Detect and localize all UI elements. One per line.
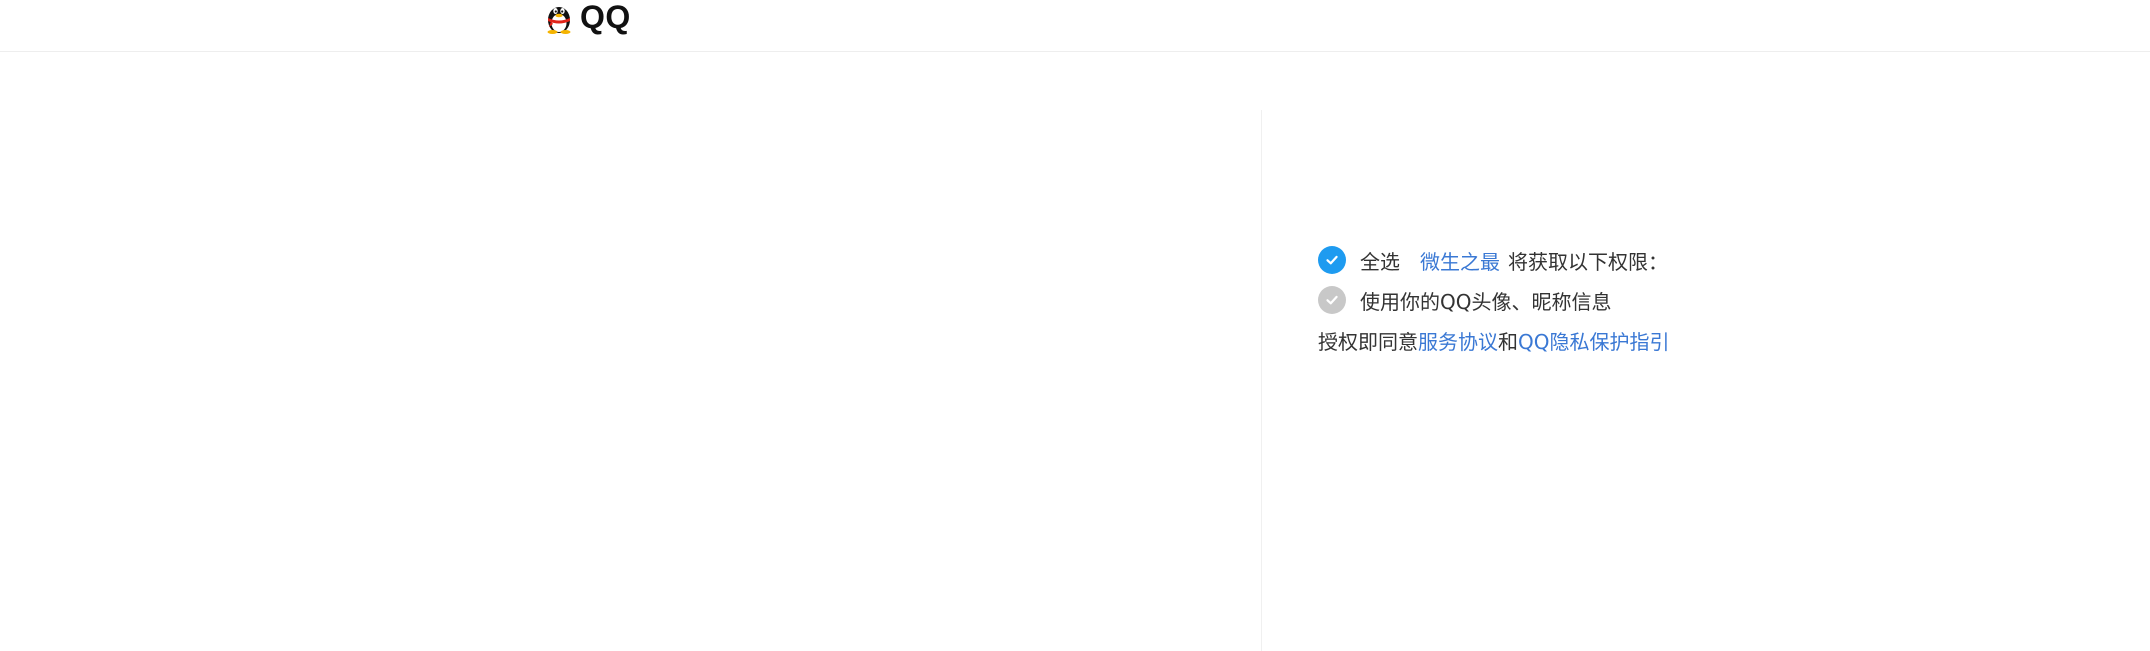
qq-logo[interactable]: QQ <box>542 0 631 34</box>
app-name: 微生之最 <box>1420 249 1500 274</box>
select-all-row: 全选 微生之最 将获取以下权限： <box>1318 240 1669 280</box>
pane-divider <box>1261 110 1262 651</box>
agreement-conjunction: 和 <box>1498 329 1518 354</box>
login-panel <box>0 52 1261 651</box>
agreement-row: 授权即同意 服务协议 和 QQ隐私保护指引 <box>1318 320 1669 360</box>
service-agreement-link[interactable]: 服务协议 <box>1418 326 1498 355</box>
select-all-checkbox[interactable] <box>1318 246 1346 274</box>
select-all-label[interactable]: 全选 <box>1360 246 1400 275</box>
brand-name: QQ <box>580 0 631 35</box>
permission-item: 使用你的QQ头像、昵称信息 <box>1318 280 1669 320</box>
permission-checkbox <box>1318 286 1346 314</box>
checkmark-icon <box>1326 255 1338 265</box>
agreement-prefix: 授权即同意 <box>1318 329 1418 354</box>
checkmark-icon <box>1326 295 1338 305</box>
privacy-guide-link[interactable]: QQ隐私保护指引 <box>1518 326 1669 355</box>
top-bar: QQ <box>0 0 2150 52</box>
permission-intro: 将获取以下权限： <box>1508 249 1668 274</box>
permission-label: 使用你的QQ头像、昵称信息 <box>1360 289 1612 314</box>
authorization-panel: 全选 微生之最 将获取以下权限： 使用你的QQ头像、昵称信息 授权即同意 服务协… <box>1318 240 1669 360</box>
qq-penguin-icon <box>547 7 571 34</box>
